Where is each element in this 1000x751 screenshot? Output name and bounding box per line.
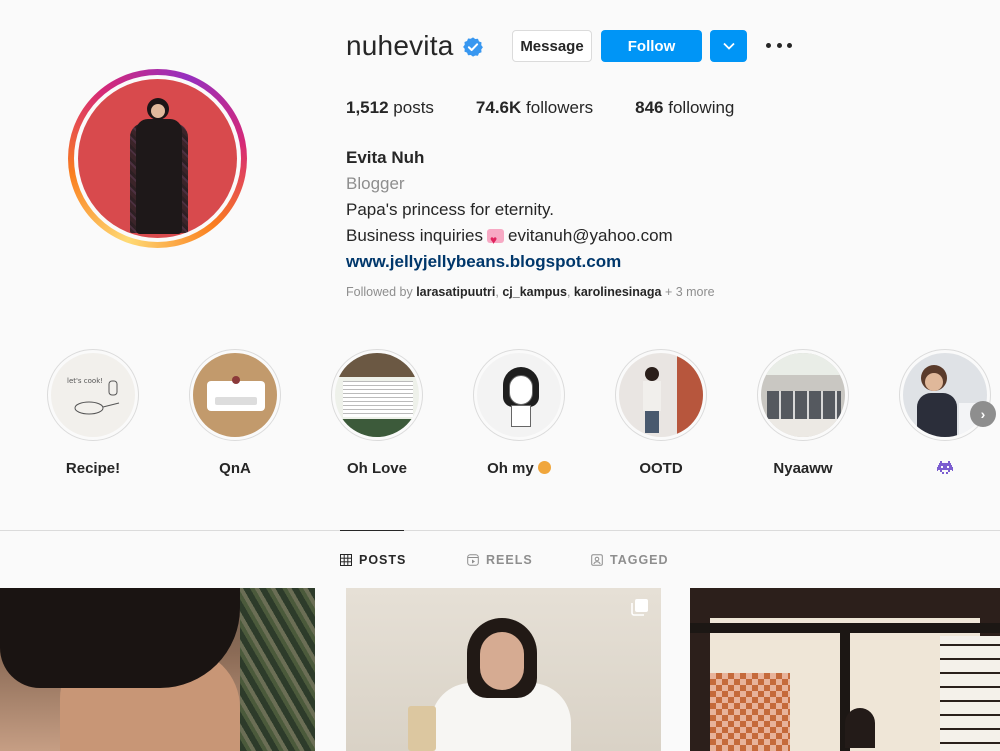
tab-tagged[interactable]: TAGGED [591,553,669,567]
tagged-user-icon [591,554,603,566]
highlight-label: Nyaaww [773,460,833,477]
followed-by[interactable]: Followed by larasatipuutri, cj_kampus, k… [346,285,715,299]
post-thumbnail[interactable] [0,588,315,751]
posts-stat: 1,512 posts [346,98,434,117]
suggested-accounts-button[interactable] [710,30,747,62]
highlight-nyaaww[interactable]: Nyaaww [756,349,850,477]
follow-button[interactable]: Follow [601,30,702,62]
followed-by-more: + 3 more [664,285,715,299]
bio-line: Papa's princess for eternity. [346,200,554,219]
following-stat[interactable]: 846 following [635,98,734,118]
tab-divider [0,530,1000,531]
highlight-cover [761,353,845,437]
post-thumbnail[interactable] [690,588,1000,751]
highlight-cover [619,353,703,437]
followed-by-user: karolinesinaga [573,285,662,299]
full-name: Evita Nuh [346,148,425,167]
avatar-inner [74,75,241,242]
avatar-figure-body [136,119,182,234]
highlight-label: OOTD [639,460,683,477]
highlight-recipe[interactable]: let's cook! Recipe! [46,349,140,477]
highlight-cover [335,353,419,437]
verified-badge-icon [463,37,483,57]
followed-by-user: cj_kampus [502,285,567,299]
more-options-icon[interactable] [766,34,792,56]
username: nuhevita [346,30,454,61]
svg-text:let's cook!: let's cook! [67,377,103,385]
bio-business-line: Business inquiriesevitanuh@yahoo.com [346,223,673,253]
highlight-qna[interactable]: QnA [188,349,282,477]
highlight-cover [477,353,561,437]
alien-monster-icon [937,461,953,474]
profile-bio: Evita Nuh Blogger Papa's princess for et… [346,145,673,275]
carousel-icon [631,599,648,616]
highlight-ootd[interactable]: OOTD [614,349,708,477]
highlight-oh-my[interactable]: Oh my [472,349,566,477]
highlight-label: QnA [219,460,251,477]
chevron-down-icon [722,42,735,50]
profile-avatar[interactable] [68,69,247,248]
post-thumbnail[interactable] [346,588,661,751]
avatar-photo [78,79,237,238]
tab-reels[interactable]: REELS [467,553,533,567]
avatar-figure-face [151,104,165,118]
tab-posts[interactable]: POSTS [340,553,406,567]
love-letter-icon [487,227,505,253]
highlight-cover [193,353,277,437]
grid-icon [340,554,352,566]
highlight-label [898,460,992,477]
sketch-pan-icon: let's cook! [67,377,120,415]
message-button[interactable]: Message [512,30,592,62]
active-tab-indicator [340,530,404,531]
followed-by-user: larasatipuutri [416,285,496,299]
highlight-label: Oh my [472,460,566,477]
profile-stats: 1,512 posts 74.6K followers 846 followin… [346,98,776,118]
profile-category: Blogger [346,174,405,193]
reels-icon [467,554,479,566]
highlight-cover: let's cook! [51,353,135,437]
highlight-label: Oh Love [346,460,407,477]
profile-website-link[interactable]: www.jellyjellybeans.blogspot.com [346,249,673,275]
highlight-label: Recipe! [65,460,121,477]
highlight-oh-love[interactable]: Oh Love [330,349,424,477]
thought-bubble-icon [537,461,551,474]
bio-email: evitanuh@yahoo.com [508,226,673,245]
followers-stat[interactable]: 74.6K followers [476,98,593,118]
chevron-right-icon[interactable]: › [970,401,996,427]
